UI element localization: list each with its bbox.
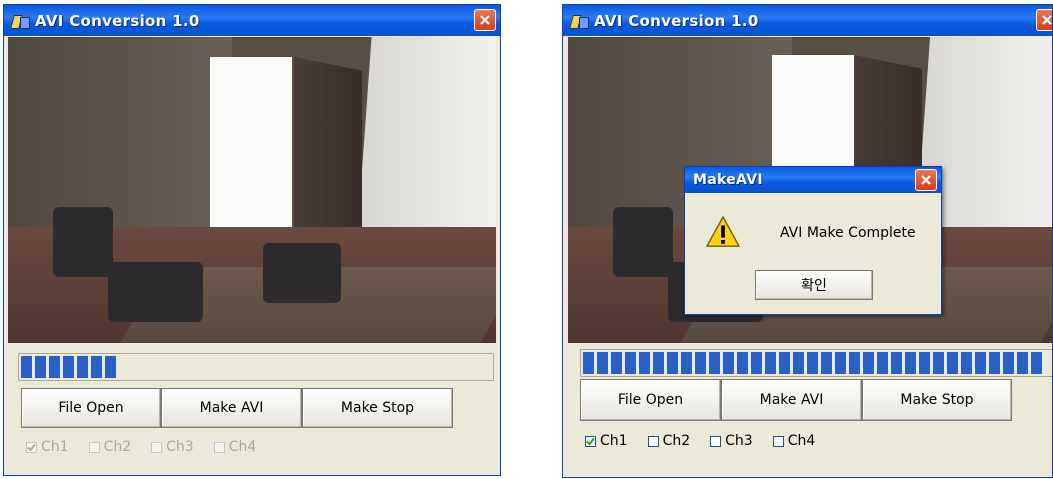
ok-button[interactable]: 확인	[755, 270, 873, 300]
left-title-bar[interactable]: AVI Conversion 1.0	[4, 5, 500, 36]
conversion-progress-bar	[18, 353, 494, 381]
progress-segment	[737, 352, 748, 374]
checkbox-box	[213, 441, 225, 453]
progress-segment	[21, 356, 32, 378]
progress-segment	[891, 352, 902, 374]
progress-segment	[947, 352, 958, 374]
channel-checkbox-ch4: Ch4	[213, 439, 257, 455]
warning-icon	[706, 216, 740, 247]
progress-segment	[961, 352, 972, 374]
channel-checkbox-ch2: Ch2	[88, 439, 132, 455]
left-app-window: AVI Conversion 1.0 File Open Make AVI Ma…	[3, 4, 501, 476]
progress-segment	[91, 356, 102, 378]
channel-checkbox-ch3[interactable]: Ch3	[710, 433, 753, 449]
channel-label: Ch3	[725, 433, 753, 449]
channel-checkbox-ch4[interactable]: Ch4	[772, 433, 816, 449]
progress-segment	[709, 352, 720, 374]
progress-segment	[105, 356, 116, 378]
dialog-title: MakeAVI	[693, 172, 763, 188]
channel-checkboxes: Ch1 Ch2 Ch3 Ch4	[26, 439, 256, 455]
progress-segment	[667, 352, 678, 374]
dialog-close-button[interactable]	[915, 169, 937, 191]
progress-segment	[933, 352, 944, 374]
progress-segment	[597, 352, 608, 374]
checkbox-box	[26, 441, 37, 453]
progress-segment	[821, 352, 832, 374]
channel-label: Ch4	[787, 433, 816, 449]
channel-label: Ch1	[600, 433, 628, 449]
progress-segment	[583, 352, 594, 374]
progress-segment	[639, 352, 650, 374]
makeavi-dialog: MakeAVI AVI Make Complete 확인	[684, 166, 942, 315]
close-button[interactable]	[1036, 9, 1052, 31]
channel-checkbox-ch3: Ch3	[151, 439, 194, 455]
make-stop-button[interactable]: Make Stop	[862, 379, 1012, 421]
channel-label: Ch4	[228, 439, 257, 455]
conversion-progress-bar	[580, 349, 1052, 377]
channel-checkbox-ch1[interactable]: Ch1	[585, 433, 628, 449]
checkbox-box[interactable]	[772, 435, 784, 447]
progress-fill	[583, 352, 1042, 374]
video-preview	[8, 37, 496, 343]
progress-segment	[779, 352, 790, 374]
channel-label: Ch2	[103, 439, 132, 455]
checkbox-box[interactable]	[647, 435, 659, 447]
channel-checkbox-ch1: Ch1	[26, 439, 69, 455]
progress-segment	[989, 352, 1000, 374]
progress-segment	[653, 352, 664, 374]
dialog-title-bar[interactable]: MakeAVI	[685, 167, 941, 193]
right-app-window: AVI Conversion 1.0 File Open Make AVI Ma…	[562, 4, 1053, 478]
progress-segment	[1003, 352, 1014, 374]
make-avi-button[interactable]: Make AVI	[721, 379, 862, 421]
dialog-message: AVI Make Complete	[780, 225, 916, 241]
channel-label: Ch1	[41, 439, 69, 455]
checkmark-icon	[586, 437, 595, 445]
progress-segment	[1031, 352, 1042, 374]
progress-fill	[21, 356, 116, 378]
window-title: AVI Conversion 1.0	[35, 11, 200, 30]
make-avi-button[interactable]: Make AVI	[161, 388, 302, 428]
checkmark-icon	[27, 443, 36, 451]
progress-segment	[807, 352, 818, 374]
progress-segment	[751, 352, 762, 374]
checkbox-box[interactable]	[710, 435, 722, 447]
progress-segment	[681, 352, 692, 374]
close-icon	[480, 15, 490, 25]
close-button[interactable]	[474, 9, 496, 31]
progress-segment	[975, 352, 986, 374]
file-open-button[interactable]: File Open	[580, 379, 721, 421]
progress-segment	[35, 356, 46, 378]
progress-segment	[49, 356, 60, 378]
progress-segment	[77, 356, 88, 378]
app-icon	[569, 12, 589, 30]
progress-segment	[723, 352, 734, 374]
channel-label: Ch3	[166, 439, 194, 455]
progress-segment	[625, 352, 636, 374]
file-open-button[interactable]: File Open	[21, 388, 161, 428]
right-title-bar[interactable]: AVI Conversion 1.0	[563, 5, 1052, 36]
progress-segment	[765, 352, 776, 374]
make-stop-button[interactable]: Make Stop	[302, 388, 453, 428]
close-icon	[1042, 15, 1052, 25]
window-title: AVI Conversion 1.0	[594, 11, 759, 30]
progress-segment	[877, 352, 888, 374]
channel-label: Ch2	[662, 433, 691, 449]
progress-segment	[919, 352, 930, 374]
checkbox-box	[151, 441, 163, 453]
checkbox-box[interactable]	[585, 435, 596, 447]
progress-segment	[835, 352, 846, 374]
progress-segment	[63, 356, 74, 378]
progress-segment	[849, 352, 860, 374]
progress-segment	[611, 352, 622, 374]
app-icon	[10, 12, 30, 30]
progress-segment	[793, 352, 804, 374]
channel-checkboxes: Ch1 Ch2 Ch3 Ch4	[585, 433, 815, 449]
progress-segment	[1017, 352, 1028, 374]
progress-segment	[905, 352, 916, 374]
channel-checkbox-ch2[interactable]: Ch2	[647, 433, 691, 449]
checkbox-box	[88, 441, 100, 453]
close-icon	[921, 175, 931, 185]
progress-segment	[863, 352, 874, 374]
progress-segment	[695, 352, 706, 374]
